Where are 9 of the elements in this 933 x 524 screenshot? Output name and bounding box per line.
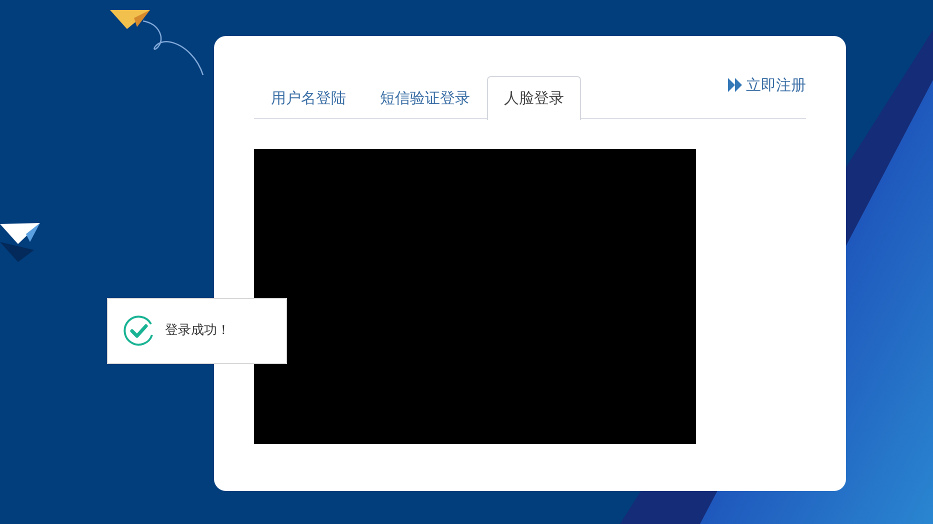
register-link[interactable]: 立即注册 xyxy=(728,74,806,96)
login-tab[interactable]: 用户名登陆 xyxy=(254,76,363,120)
double-arrow-icon xyxy=(728,78,743,92)
login-tab[interactable]: 人脸登录 xyxy=(487,76,581,120)
login-tab[interactable]: 短信验证登录 xyxy=(363,76,487,120)
paper-plane-icon xyxy=(110,9,205,77)
checkmark-icon xyxy=(123,315,155,347)
toast-message: 登录成功！ xyxy=(165,322,230,340)
paper-plane-icon xyxy=(0,222,40,264)
